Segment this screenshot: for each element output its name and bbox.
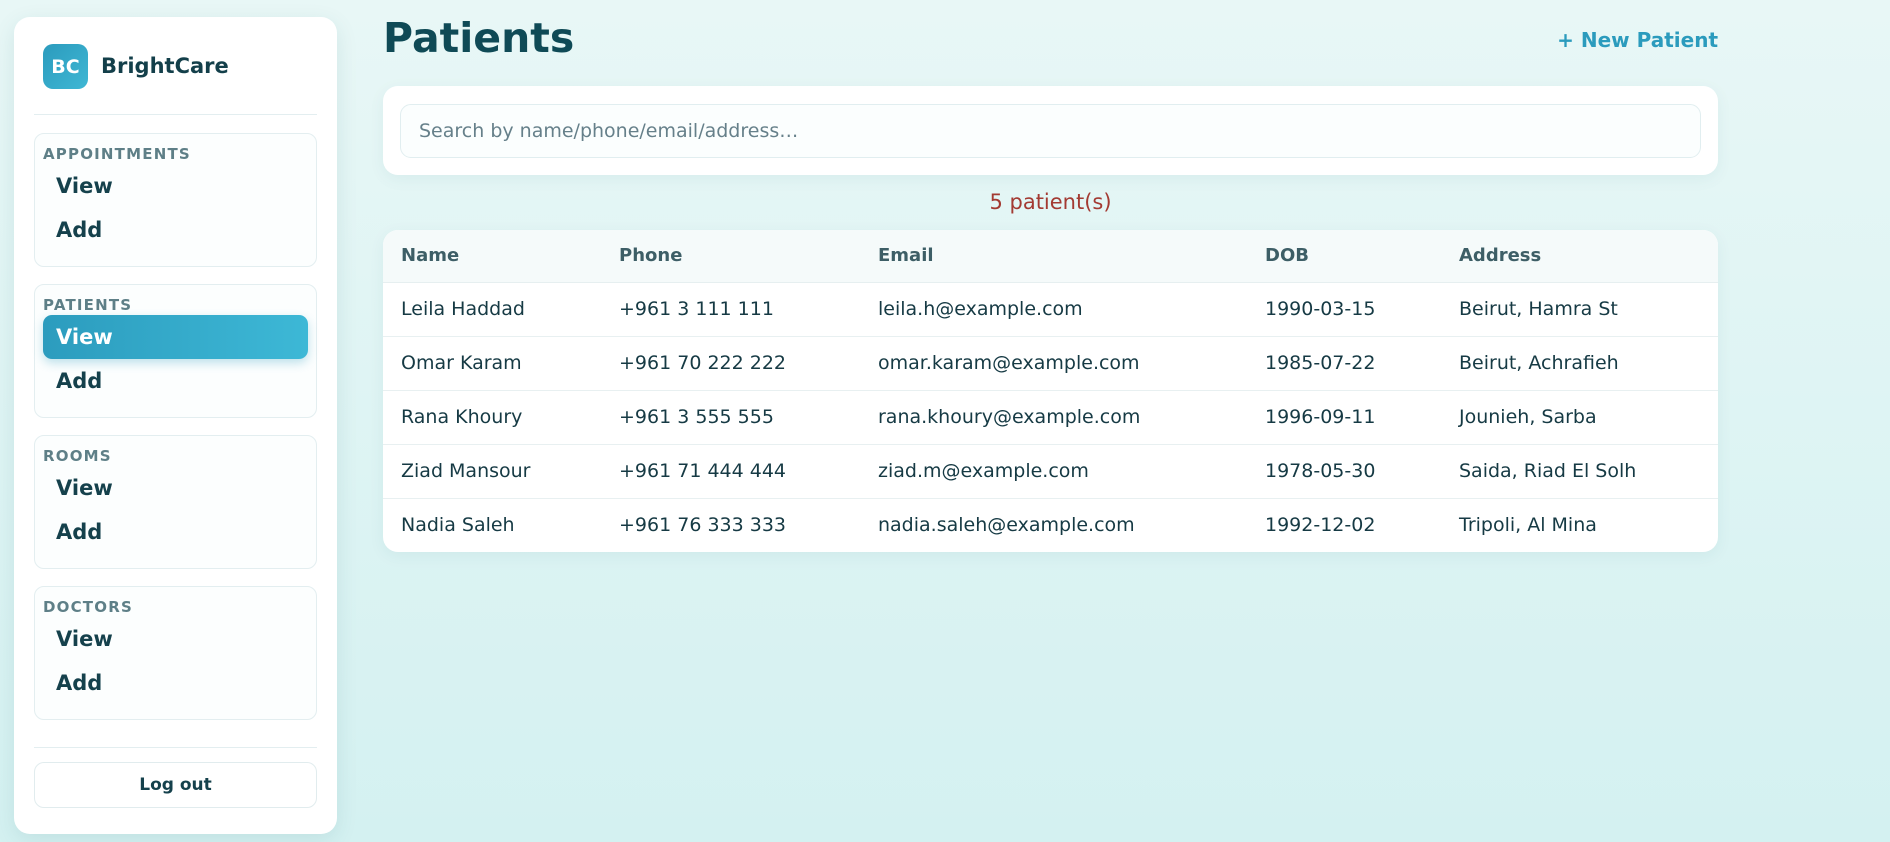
- appointments-view-link[interactable]: View: [43, 164, 308, 208]
- cell-name: Rana Khoury: [383, 389, 601, 444]
- brand: BC BrightCare: [34, 17, 317, 115]
- sidebar-divider: [34, 747, 317, 748]
- table-row[interactable]: Ziad Mansour +961 71 444 444 ziad.m@exam…: [383, 443, 1718, 498]
- cell-email: rana.khoury@example.com: [860, 389, 1247, 444]
- column-header-email[interactable]: Email: [860, 230, 1247, 283]
- cell-name: Leila Haddad: [401, 298, 525, 320]
- column-header-address[interactable]: Address: [1441, 230, 1718, 283]
- table-row[interactable]: Rana Khoury +961 3 555 555 rana.khoury@e…: [383, 389, 1718, 444]
- patients-add-link[interactable]: Add: [43, 359, 308, 403]
- cell-name: Omar Karam: [383, 335, 601, 390]
- search-input[interactable]: [400, 104, 1701, 158]
- column-header-dob[interactable]: DOB: [1247, 230, 1441, 283]
- nav-group-doctors: DOCTORS View Add: [34, 586, 317, 720]
- cell-dob: 1985-07-22: [1247, 335, 1441, 390]
- cell-address: Beirut, Hamra St: [1459, 298, 1618, 320]
- cell-address: Saida, Riad El Solh: [1441, 443, 1718, 498]
- doctors-add-link[interactable]: Add: [43, 661, 308, 705]
- cell-phone: +961 3 555 555: [601, 389, 860, 444]
- cell-name: Nadia Saleh: [383, 497, 601, 552]
- cell-name: Ziad Mansour: [383, 443, 601, 498]
- sidebar: BC BrightCare APPOINTMENTS View Add PATI…: [14, 17, 337, 834]
- table-row[interactable]: Nadia Saleh +961 76 333 333 nadia.saleh@…: [383, 497, 1718, 552]
- cell-dob: 1990-03-15: [1265, 298, 1376, 320]
- cell-address: Tripoli, Al Mina: [1441, 497, 1718, 552]
- cell-phone: +961 71 444 444: [601, 443, 860, 498]
- cell-address: Jounieh, Sarba: [1441, 389, 1718, 444]
- table-header-row: Name Phone Email DOB Address: [383, 230, 1718, 283]
- column-header-phone[interactable]: Phone: [601, 230, 860, 283]
- table-row[interactable]: Omar Karam +961 70 222 222 omar.karam@ex…: [383, 335, 1718, 390]
- nav-group-patients: PATIENTS View Add: [34, 284, 317, 418]
- nav-group-title: PATIENTS: [43, 296, 133, 314]
- column-header-name[interactable]: Name: [383, 230, 601, 283]
- brand-name: BrightCare: [101, 53, 229, 78]
- cell-phone: +961 76 333 333: [601, 497, 860, 552]
- cell-email: ziad.m@example.com: [860, 443, 1247, 498]
- brand-logo: BC: [43, 44, 88, 89]
- cell-email: nadia.saleh@example.com: [860, 497, 1247, 552]
- nav-group-rooms: ROOMS View Add: [34, 435, 317, 569]
- nav-group-appointments: APPOINTMENTS View Add: [34, 133, 317, 267]
- patients-table-card: Name Phone Email DOB Address Leila Hadda…: [383, 230, 1718, 552]
- patient-count: 5 patient(s): [989, 190, 1112, 214]
- cell-phone: +961 3 111 111: [619, 298, 774, 320]
- cell-dob: 1978-05-30: [1247, 443, 1441, 498]
- cell-dob: 1996-09-11: [1247, 389, 1441, 444]
- cell-email: leila.h@example.com: [878, 298, 1083, 320]
- rooms-view-link[interactable]: View: [43, 466, 308, 510]
- nav-group-title: ROOMS: [43, 447, 112, 465]
- nav-group-title: DOCTORS: [43, 598, 133, 616]
- new-patient-button[interactable]: + New Patient: [1557, 28, 1718, 52]
- nav-group-title: APPOINTMENTS: [43, 145, 191, 163]
- logout-button[interactable]: Log out: [34, 762, 317, 808]
- page-title: Patients: [383, 14, 575, 62]
- cell-address: Beirut, Achrafieh: [1441, 335, 1718, 390]
- doctors-view-link[interactable]: View: [43, 617, 308, 661]
- cell-email: omar.karam@example.com: [860, 335, 1247, 390]
- rooms-add-link[interactable]: Add: [43, 510, 308, 554]
- patients-table: Name Phone Email DOB Address Leila Hadda…: [383, 230, 1718, 552]
- cell-phone: +961 70 222 222: [601, 335, 860, 390]
- appointments-add-link[interactable]: Add: [43, 208, 308, 252]
- table-row[interactable]: Leila Haddad +961 3 111 111 leila.h@exam…: [383, 282, 1718, 336]
- patients-view-link[interactable]: View: [43, 315, 308, 359]
- search-card: [383, 86, 1718, 175]
- cell-dob: 1992-12-02: [1247, 497, 1441, 552]
